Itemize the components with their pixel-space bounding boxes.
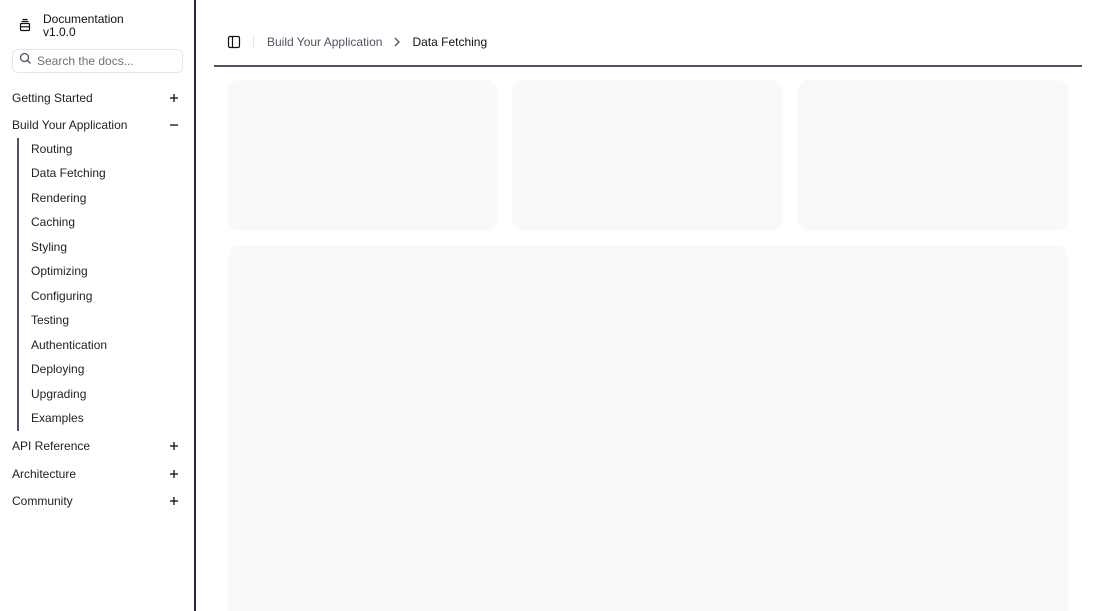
breadcrumb-current: Data Fetching (412, 34, 488, 49)
sidebar-group-label: API Reference (12, 439, 91, 453)
skeleton-card (228, 80, 498, 231)
sidebar-group-getting-started[interactable]: Getting Started (12, 86, 184, 110)
plus-icon[interactable] (166, 438, 182, 454)
header-divider (253, 34, 254, 49)
plus-icon[interactable] (166, 90, 182, 106)
breadcrumb: Build Your Application Data Fetching (267, 35, 487, 49)
plus-icon[interactable] (166, 493, 182, 509)
sidebar-item-rendering[interactable]: Rendering (25, 187, 175, 209)
sidebar-item-upgrading[interactable]: Upgrading (25, 383, 175, 405)
sidebar-item-testing[interactable]: Testing (25, 309, 175, 331)
search-box (12, 49, 183, 73)
brand-switcher[interactable]: Documentation v1.0.0 (12, 8, 184, 42)
skeleton-card (512, 80, 783, 231)
sidebar-item-authentication[interactable]: Authentication (25, 334, 175, 356)
page-header: Build Your Application Data Fetching (214, 18, 1082, 67)
skeleton-card (797, 80, 1068, 231)
sidebar-group-api-reference[interactable]: API Reference (12, 434, 184, 458)
sidebar-item-styling[interactable]: Styling (25, 236, 175, 258)
plus-icon[interactable] (166, 466, 182, 482)
skeleton-content-panel (228, 245, 1068, 611)
sidebar-group-community[interactable]: Community (12, 489, 184, 513)
sidebar-group-architecture[interactable]: Architecture (12, 462, 184, 486)
brand-title: Documentation (43, 11, 124, 26)
gallery-icon (12, 13, 37, 38)
sidebar-group-label: Architecture (12, 467, 77, 481)
breadcrumb-parent-link[interactable]: Build Your Application (267, 35, 382, 49)
chevron-right-icon (391, 36, 403, 48)
search-input[interactable] (37, 54, 172, 68)
sidebar-item-routing[interactable]: Routing (25, 138, 175, 160)
minus-icon[interactable] (166, 117, 182, 133)
sidebar-item-optimizing[interactable]: Optimizing (25, 260, 175, 282)
sidebar-subnav: Routing Data Fetching Rendering Caching … (17, 138, 182, 431)
sidebar-group-label: Community (12, 494, 73, 508)
sidebar-item-data-fetching[interactable]: Data Fetching (25, 162, 175, 184)
sidebar-item-caching[interactable]: Caching (25, 211, 175, 233)
sidebar-item-deploying[interactable]: Deploying (25, 358, 175, 380)
sidebar-item-configuring[interactable]: Configuring (25, 285, 175, 307)
sidebar-item-examples[interactable]: Examples (25, 407, 175, 429)
brand-text: Documentation v1.0.0 (43, 13, 124, 38)
sidebar-toggle-icon[interactable] (224, 32, 244, 52)
sidebar-group-label: Getting Started (12, 91, 93, 105)
sidebar-group-build-your-application[interactable]: Build Your Application (12, 113, 184, 137)
app-root: Documentation v1.0.0 Getting Started Bui… (0, 0, 1100, 611)
brand-version: v1.0.0 (43, 24, 76, 39)
sidebar-group-label: Build Your Application (12, 118, 128, 132)
sidebar: Documentation v1.0.0 Getting Started Bui… (0, 0, 196, 611)
search-icon (19, 52, 32, 70)
